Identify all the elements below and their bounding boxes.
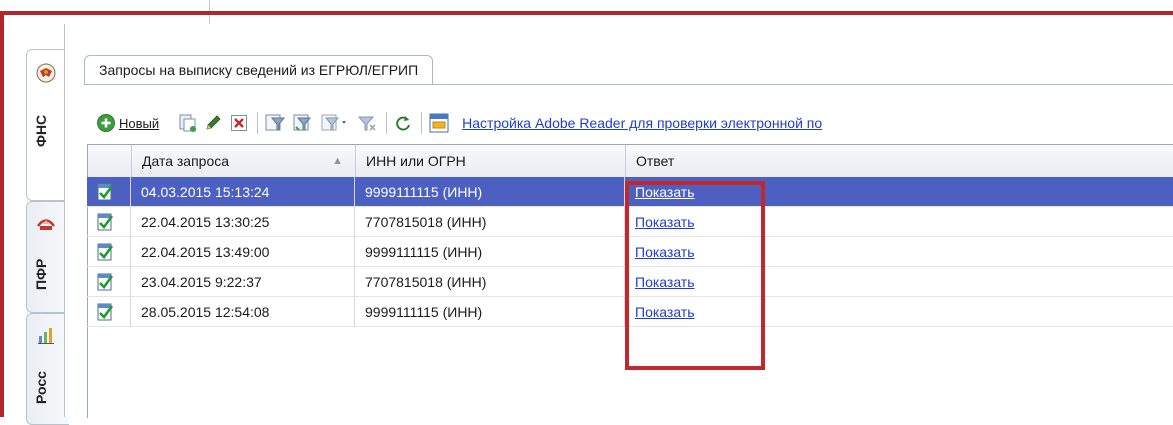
row-status-cell — [87, 177, 131, 207]
settings-window-icon — [429, 113, 449, 133]
filter-by-value-button[interactable] — [292, 111, 314, 135]
cell-inn[interactable]: 9999111115 (ИНН) — [355, 177, 625, 207]
toolbar-separator — [257, 112, 259, 134]
toolbar: Новый Настройка Adobe Reader для проверк… — [96, 109, 1173, 137]
eagle-emblem-icon — [36, 63, 56, 83]
cell-date[interactable]: 28.05.2015 12:54:08 — [131, 297, 355, 327]
copy-document-icon — [179, 114, 197, 132]
table-row[interactable]: 04.03.2015 15:13:24 9999111115 (ИНН) Показ… — [87, 177, 1173, 207]
row-status-cell — [87, 267, 131, 297]
cell-answer: Показать — [625, 237, 1173, 267]
side-tab-fns[interactable]: ФНС — [26, 49, 69, 201]
show-answer-link[interactable]: Показать — [635, 304, 695, 320]
header-icon-column — [88, 145, 132, 177]
document-check-icon — [97, 273, 114, 291]
pfr-logo-icon — [36, 219, 56, 230]
document-check-icon — [97, 213, 114, 231]
edit-button[interactable] — [203, 111, 223, 135]
filter-settings-icon — [265, 114, 286, 131]
show-answer-link[interactable]: Показать — [635, 214, 695, 230]
row-status-cell — [87, 297, 131, 327]
cell-inn[interactable]: 9999111115 (ИНН) — [355, 297, 625, 327]
header-date-label: Дата запроса — [142, 153, 230, 169]
tab-underline — [84, 84, 1173, 85]
delete-button[interactable] — [229, 111, 249, 135]
table-row[interactable]: 22.04.2015 13:30:25 7707815018 (ИНН) Показ… — [87, 207, 1173, 237]
side-tab-pfr[interactable]: ПФР — [26, 201, 69, 313]
cell-answer: Показать — [625, 207, 1173, 237]
cell-inn[interactable]: 9999111115 (ИНН) — [355, 237, 625, 267]
side-tab-ross-label: Росс — [33, 371, 49, 405]
cell-inn[interactable]: 7707815018 (ИНН) — [355, 267, 625, 297]
cell-inn[interactable]: 7707815018 (ИНН) — [355, 207, 625, 237]
refresh-icon — [396, 116, 411, 131]
annotation-border-top — [0, 11, 1173, 15]
delete-x-icon — [231, 115, 248, 131]
side-tab-fns-label: ФНС — [33, 114, 49, 148]
table-row[interactable]: 28.05.2015 12:54:08 9999111115 (ИНН) Показ… — [87, 297, 1173, 327]
cell-answer: Показать — [625, 177, 1173, 207]
new-button[interactable]: Новый — [96, 111, 159, 135]
document-check-icon — [97, 243, 114, 261]
cell-date[interactable]: 22.04.2015 13:30:25 — [131, 207, 355, 237]
clear-filter-icon — [358, 116, 376, 131]
bar-chart-icon — [38, 328, 54, 344]
cell-date[interactable]: 04.03.2015 15:13:24 — [131, 177, 355, 207]
new-button-label: Новый — [119, 115, 160, 131]
clear-filter-button[interactable] — [356, 111, 378, 135]
cell-date[interactable]: 23.04.2015 9:22:37 — [131, 267, 355, 297]
document-check-icon — [97, 183, 114, 201]
cell-date[interactable]: 22.04.2015 13:49:00 — [131, 237, 355, 267]
document-check-icon — [97, 303, 114, 321]
side-tab-ross[interactable]: Росс — [26, 313, 69, 425]
sort-ascending-icon: ▲ — [332, 155, 343, 167]
document-tab[interactable]: Запросы на выписку сведений из ЕГРЮЛ/ЕГР… — [84, 55, 434, 84]
row-status-cell — [87, 207, 131, 237]
filter-value-icon — [293, 114, 312, 131]
table-row[interactable]: 22.04.2015 13:49:00 9999111115 (ИНН) Показ… — [87, 237, 1173, 267]
row-status-cell — [87, 237, 131, 267]
toolbar-separator — [421, 112, 423, 134]
table-header: Дата запроса ▲ ИНН или ОГРН Ответ — [88, 145, 1173, 178]
cell-answer: Показать — [625, 297, 1173, 327]
filter-settings-button[interactable] — [264, 111, 286, 135]
side-tab-pfr-label: ПФР — [33, 258, 49, 290]
filter-history-icon — [321, 114, 347, 131]
show-answer-link[interactable]: Показать — [635, 274, 695, 290]
show-answer-link[interactable]: Показать — [635, 244, 695, 260]
filter-history-dropdown[interactable] — [320, 111, 350, 135]
adobe-settings-button[interactable] — [428, 111, 450, 135]
table-row[interactable]: 23.04.2015 9:22:37 7707815018 (ИНН) Показа… — [87, 267, 1173, 297]
pencil-icon — [206, 115, 221, 130]
toolbar-separator — [386, 112, 388, 134]
refresh-button[interactable] — [393, 111, 413, 135]
add-circle-icon — [97, 114, 115, 132]
side-tab-strip: ФНС ПФР Росс — [4, 15, 69, 425]
header-date[interactable]: Дата запроса ▲ — [132, 145, 356, 177]
copy-button[interactable] — [177, 111, 197, 135]
header-inn[interactable]: ИНН или ОГРН — [356, 145, 626, 177]
adobe-reader-settings-link[interactable]: Настройка Adobe Reader для проверки элек… — [462, 115, 822, 131]
header-answer[interactable]: Ответ — [626, 145, 1173, 177]
cell-answer: Показать — [625, 267, 1173, 297]
show-answer-link[interactable]: Показать — [635, 184, 695, 200]
